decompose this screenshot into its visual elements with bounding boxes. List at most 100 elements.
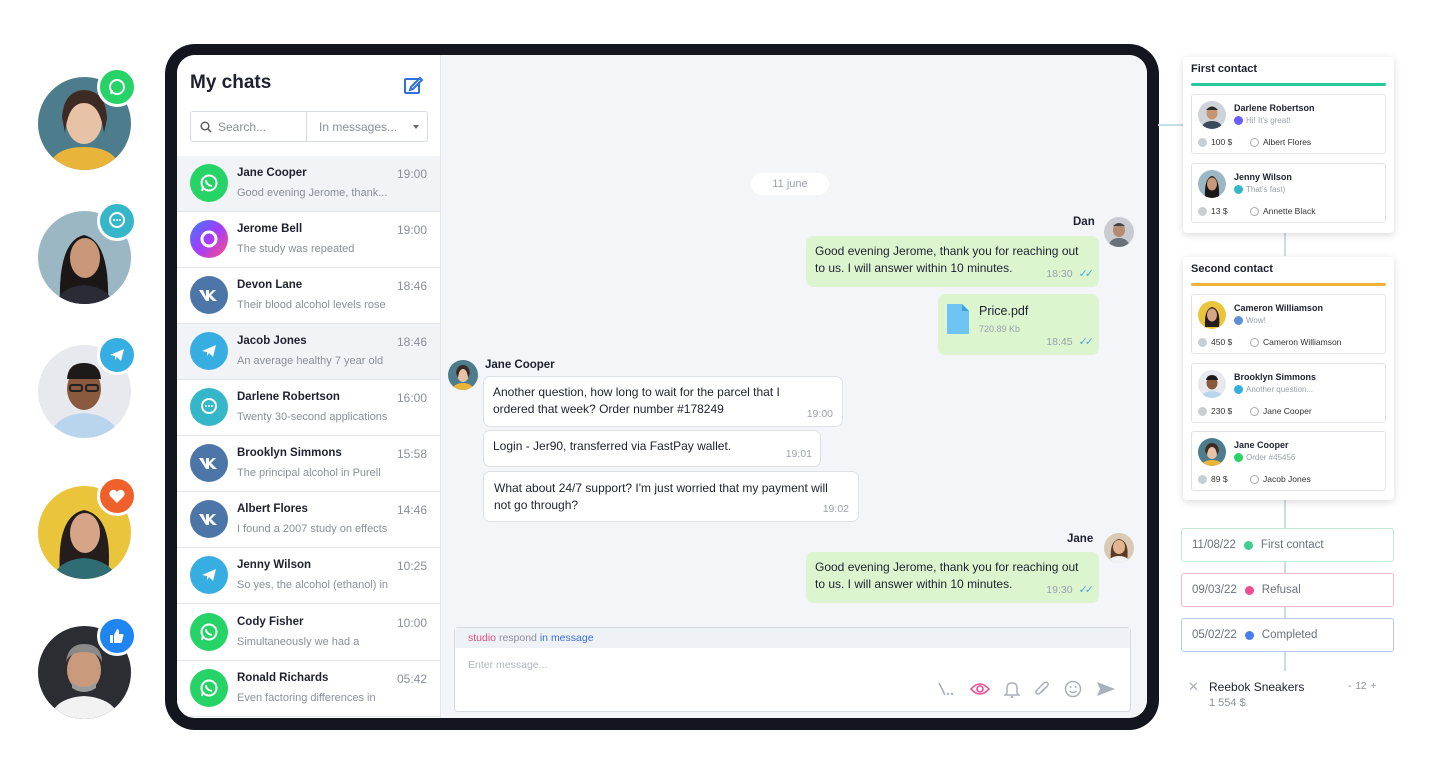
- read-ticks-icon: ✓✓: [1078, 584, 1095, 596]
- search-scope-select[interactable]: In messages...: [307, 112, 427, 141]
- connector-line: [1158, 124, 1183, 126]
- thumbs-up-icon: [97, 616, 137, 656]
- status-row[interactable]: 11/08/22 First contact: [1181, 528, 1394, 562]
- chat-list-item[interactable]: Darlene Robertson 16:00 Twenty 30-second…: [177, 380, 440, 436]
- chat-list-title: My chats: [190, 72, 272, 93]
- eye-icon[interactable]: [969, 682, 991, 701]
- whatsapp-icon: [190, 613, 228, 651]
- user-icon: [1250, 137, 1259, 147]
- message-text: Good evening Jerome, thank you for reach…: [815, 244, 1079, 258]
- contact-last-message: Hi! It's great!: [1234, 116, 1291, 125]
- message-input[interactable]: Enter message...: [468, 659, 547, 671]
- status-dot: [1244, 585, 1254, 595]
- contact-name: Cameron Williamson: [1234, 303, 1323, 313]
- user-icon: [1250, 206, 1259, 216]
- message-bubble-outgoing[interactable]: Good evening Jerome, thank you for reach…: [806, 552, 1099, 603]
- bell-icon[interactable]: [1003, 680, 1021, 703]
- chat-name: Brooklyn Simmons: [237, 447, 342, 459]
- telegram-icon: [190, 332, 228, 370]
- user-icon: [1250, 337, 1259, 347]
- message-bubble-outgoing[interactable]: Good evening Jerome, thank you for reach…: [806, 236, 1099, 287]
- chat-list-panel: My chats Search... In messages... Jane C…: [177, 55, 441, 718]
- chat-name: Jerome Bell: [237, 223, 303, 235]
- vk-icon: [190, 444, 228, 482]
- contact-card[interactable]: Jenny Wilson That's fast) 13 $ Annette B…: [1191, 163, 1386, 223]
- close-icon[interactable]: ✕: [1188, 679, 1199, 695]
- file-size: 720.89 Kb: [979, 324, 1021, 334]
- quantity-stepper: - 12 +: [1348, 681, 1376, 692]
- coin-icon: [1198, 474, 1207, 484]
- pipeline-stage-first-contact: First contact Darlene Robertson Hi! It's…: [1183, 57, 1394, 233]
- avatar: [1104, 217, 1134, 247]
- chat-list-item[interactable]: Ronald Richards 05:42 Even factoring dif…: [177, 661, 440, 717]
- status-label: Completed: [1261, 629, 1318, 641]
- deal-amount: 89 $: [1198, 474, 1228, 484]
- status-date: 11/08/22: [1192, 539, 1236, 551]
- message-text: to us. I will answer within 10 minutes.: [815, 261, 1013, 275]
- paperclip-icon[interactable]: [1034, 680, 1050, 703]
- decrease-button[interactable]: -: [1348, 681, 1351, 692]
- chat-time: 18:46: [396, 335, 427, 349]
- chat-time: 19:00: [396, 223, 427, 237]
- sender-name: Jane Cooper: [485, 359, 555, 371]
- chat-preview: Their blood alcohol levels rose: [237, 299, 386, 311]
- chat-name: Albert Flores: [237, 503, 308, 515]
- contact-card[interactable]: Brooklyn Simmons Another question... 230…: [1191, 363, 1386, 423]
- message-text: Another question, how long to wait for t…: [493, 385, 780, 399]
- status-row[interactable]: 09/03/22 Refusal: [1181, 573, 1394, 607]
- message-bubble-incoming[interactable]: Another question, how long to wait for t…: [483, 376, 843, 427]
- search-input[interactable]: Search...: [191, 112, 307, 141]
- chat-name: Devon Lane: [237, 279, 303, 291]
- contact-card[interactable]: Darlene Robertson Hi! It's great! 100 $ …: [1191, 94, 1386, 154]
- message-bubble-incoming[interactable]: What about 24/7 support? I'm just worrie…: [483, 471, 859, 522]
- message-text: Login - Jer90, transferred via FastPay w…: [493, 439, 732, 453]
- chat-time: 16:00: [396, 391, 427, 405]
- conversation-panel: 11 june Dan Good evening Jerome, thank y…: [441, 55, 1147, 718]
- chat-preview: Twenty 30-second applications: [237, 411, 388, 423]
- message-text: to us. I will answer within 10 minutes.: [815, 577, 1013, 591]
- hint-in: in: [539, 632, 549, 644]
- chevron-down-icon: [413, 125, 419, 129]
- chat-list-item[interactable]: Jenny Wilson 10:25 So yes, the alcohol (…: [177, 548, 440, 604]
- chat-name: Jacob Jones: [237, 335, 307, 347]
- message-time: 18:45 ✓✓: [1046, 336, 1094, 348]
- emoji-icon[interactable]: [1064, 680, 1082, 703]
- status-row[interactable]: 05/02/22 Completed: [1181, 618, 1394, 652]
- chat-list-item[interactable]: Jane Cooper 19:00 Good evening Jerome, t…: [177, 156, 440, 212]
- chat-list-item[interactable]: Jerome Bell 19:00 The study was repeated: [177, 212, 440, 268]
- chat-list-item[interactable]: Albert Flores 14:46 I found a 2007 study…: [177, 492, 440, 548]
- deal-manager: Jacob Jones: [1250, 474, 1311, 484]
- chat-time: 14:46: [396, 503, 427, 517]
- connector-line: [1284, 500, 1286, 528]
- command-icon[interactable]: [936, 681, 956, 702]
- chat-name: Jenny Wilson: [237, 559, 312, 571]
- message-text: What about 24/7 support? I'm just worrie…: [494, 481, 828, 495]
- chat-bubble-icon: [97, 201, 137, 241]
- file-message[interactable]: Price.pdf 720.89 Kb 18:45 ✓✓: [938, 294, 1099, 355]
- contact-card[interactable]: Cameron Williamson Wow! 450 $ Cameron Wi…: [1191, 294, 1386, 354]
- chat-preview: I found a 2007 study on effects: [237, 523, 388, 535]
- increase-button[interactable]: +: [1370, 681, 1376, 692]
- deal-amount: 13 $: [1198, 206, 1228, 216]
- chat-list-item[interactable]: Cody Fisher 10:00 Simultaneously we had …: [177, 605, 440, 661]
- stage-title: Second contact: [1191, 263, 1273, 275]
- stage-accent: [1191, 283, 1386, 286]
- contact-name: Jenny Wilson: [1234, 172, 1292, 182]
- avatar: [448, 360, 478, 390]
- messenger-app: My chats Search... In messages... Jane C…: [177, 55, 1147, 718]
- chat-list-item[interactable]: Devon Lane 18:46 Their blood alcohol lev…: [177, 268, 440, 324]
- chat-list-item[interactable]: Brooklyn Simmons 15:58 The principal alc…: [177, 436, 440, 492]
- chat-preview: So yes, the alcohol (ethanol) in: [237, 579, 389, 591]
- compose-icon[interactable]: [402, 74, 424, 96]
- chat-list-item[interactable]: Jacob Jones 18:46 An average healthy 7 y…: [177, 324, 440, 380]
- search-icon: [200, 121, 212, 132]
- message-bubble-incoming[interactable]: Login - Jer90, transferred via FastPay w…: [483, 430, 821, 467]
- connector-line: [1284, 606, 1286, 618]
- send-icon[interactable]: [1096, 680, 1116, 703]
- whatsapp-icon: [190, 164, 228, 202]
- deal-amount: 450 $: [1198, 337, 1232, 347]
- deal-manager: Annette Black: [1250, 206, 1315, 216]
- deal-amount: 230 $: [1198, 406, 1232, 416]
- contact-card[interactable]: Jane Cooper Order #45456 89 $ Jacob Jone…: [1191, 431, 1386, 491]
- deal-amount: 100 $: [1198, 137, 1232, 147]
